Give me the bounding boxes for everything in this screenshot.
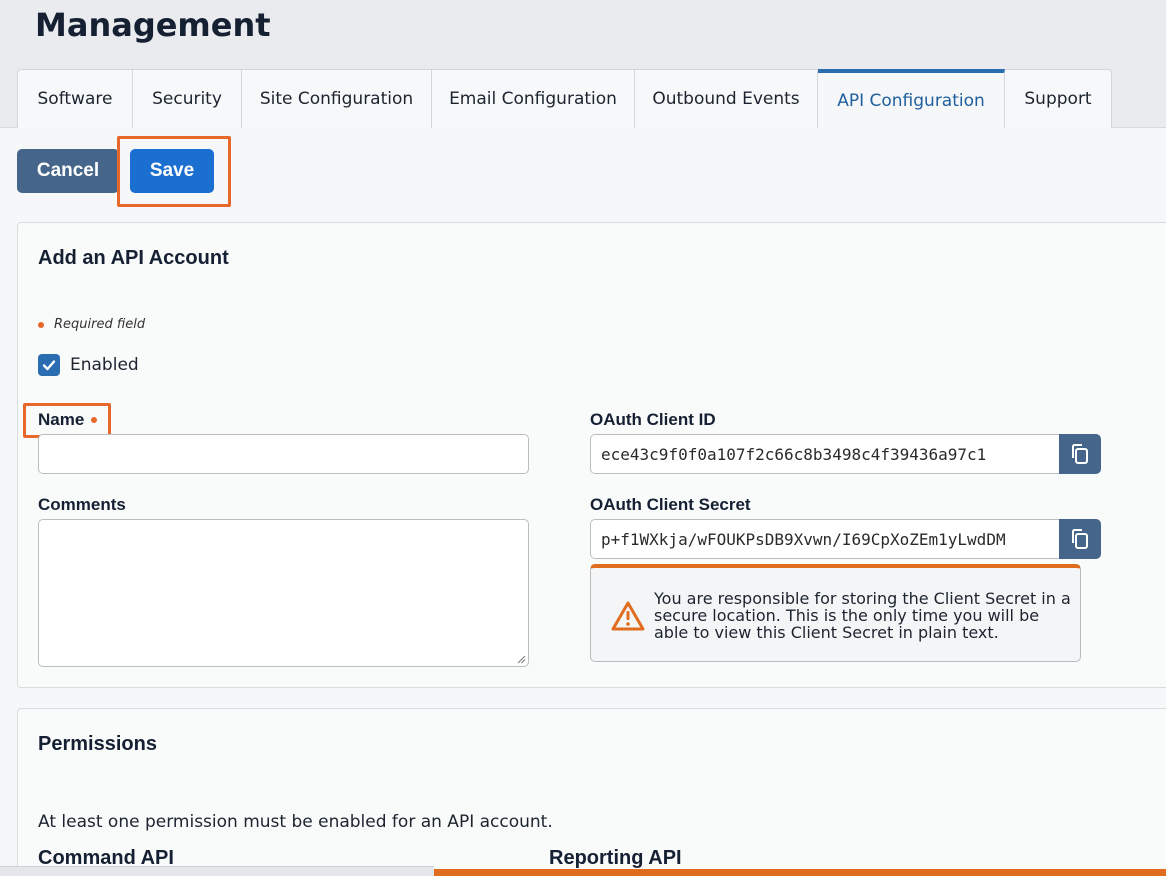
api-account-card: Add an API Account Required field Enable… <box>17 222 1166 688</box>
cancel-button[interactable]: Cancel <box>17 149 119 193</box>
tab-outbound-events[interactable]: Outbound Events <box>635 69 818 128</box>
required-note-text: Required field <box>54 317 146 332</box>
save-highlight-box <box>117 136 231 207</box>
page-title: Management <box>35 6 271 44</box>
bottom-accent-bar <box>434 869 1166 876</box>
client-secret-label: OAuth Client Secret <box>590 495 751 514</box>
checkmark-icon <box>42 360 56 371</box>
copy-icon <box>1072 529 1088 549</box>
copy-icon <box>1072 444 1088 464</box>
name-field[interactable] <box>38 434 529 474</box>
tab-support[interactable]: Support <box>1005 69 1112 128</box>
permissions-title: Permissions <box>38 733 157 755</box>
client-id-field[interactable]: ece43c9f0f0a107f2c66c8b3498c4f39436a97c1 <box>590 434 1060 474</box>
permissions-card: Permissions At least one permission must… <box>17 708 1166 876</box>
enabled-label: Enabled <box>70 355 139 375</box>
tab-software[interactable]: Software <box>17 69 133 128</box>
warning-triangle-icon <box>611 601 645 631</box>
tab-bar: Software Security Site Configuration Ema… <box>17 69 1112 128</box>
tab-email-configuration[interactable]: Email Configuration <box>432 69 635 128</box>
resize-handle-icon[interactable] <box>517 655 526 664</box>
copy-client-secret-button[interactable] <box>1059 519 1101 559</box>
comments-textarea[interactable] <box>38 519 529 667</box>
required-note: Required field <box>38 317 145 332</box>
required-dot-icon <box>38 321 44 328</box>
client-id-label: OAuth Client ID <box>590 410 716 429</box>
reporting-api-heading: Reporting API <box>549 847 682 869</box>
card-title: Add an API Account <box>38 247 229 269</box>
secret-warning-box: You are responsible for storing the Clie… <box>590 564 1081 662</box>
tab-security[interactable]: Security <box>133 69 242 128</box>
enabled-row: Enabled <box>38 354 139 376</box>
enabled-checkbox[interactable] <box>38 354 60 376</box>
name-highlight-box <box>23 403 111 438</box>
horizontal-scrollbar[interactable] <box>0 866 434 876</box>
header: Management Software Security Site Config… <box>0 0 1166 128</box>
client-secret-field[interactable]: p+f1WXkja/wFOUKPsDB9Xvwn/I69CpXoZEm1yLwd… <box>590 519 1060 559</box>
comments-label: Comments <box>38 495 126 514</box>
warning-text: You are responsible for storing the Clie… <box>654 589 1071 642</box>
permissions-note: At least one permission must be enabled … <box>38 812 553 832</box>
copy-client-id-button[interactable] <box>1059 434 1101 474</box>
tab-site-configuration[interactable]: Site Configuration <box>242 69 432 128</box>
tab-api-configuration[interactable]: API Configuration <box>818 69 1005 128</box>
